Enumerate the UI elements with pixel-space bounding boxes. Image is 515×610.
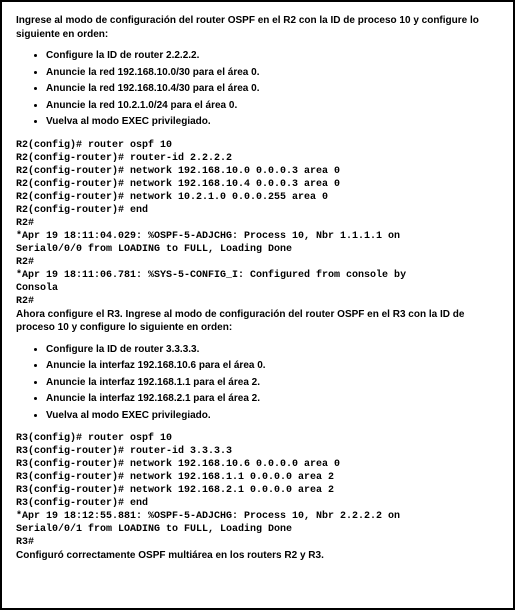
bullets-r3: Configure la ID de router 3.3.3.3. Anunc… [16,343,499,423]
bullet-item: Anuncie la interfaz 192.168.1.1 para el … [46,376,499,390]
bullet-item: Configure la ID de router 3.3.3.3. [46,343,499,357]
bullet-item: Vuelva al modo EXEC privilegiado. [46,115,499,129]
bullet-item: Anuncie la interfaz 192.168.10.6 para el… [46,359,499,373]
intro-r2: Ingrese al modo de configuración del rou… [16,14,499,41]
bullets-r2: Configure la ID de router 2.2.2.2. Anunc… [16,49,499,129]
bullet-item: Vuelva al modo EXEC privilegiado. [46,409,499,423]
closing-text: Configuró correctamente OSPF multiárea e… [16,549,499,563]
bullet-item: Configure la ID de router 2.2.2.2. [46,49,499,63]
terminal-r2: R2(config)# router ospf 10 R2(config-rou… [16,139,499,308]
bullet-item: Anuncie la red 192.168.10.0/30 para el á… [46,66,499,80]
bullet-item: Anuncie la interfaz 192.168.2.1 para el … [46,392,499,406]
intro-r3: Ahora configure el R3. Ingrese al modo d… [16,308,499,335]
bullet-item: Anuncie la red 10.2.1.0/24 para el área … [46,99,499,113]
bullet-item: Anuncie la red 192.168.10.4/30 para el á… [46,82,499,96]
document-page: Ingrese al modo de configuración del rou… [0,0,515,610]
terminal-r3: R3(config)# router ospf 10 R3(config-rou… [16,432,499,549]
